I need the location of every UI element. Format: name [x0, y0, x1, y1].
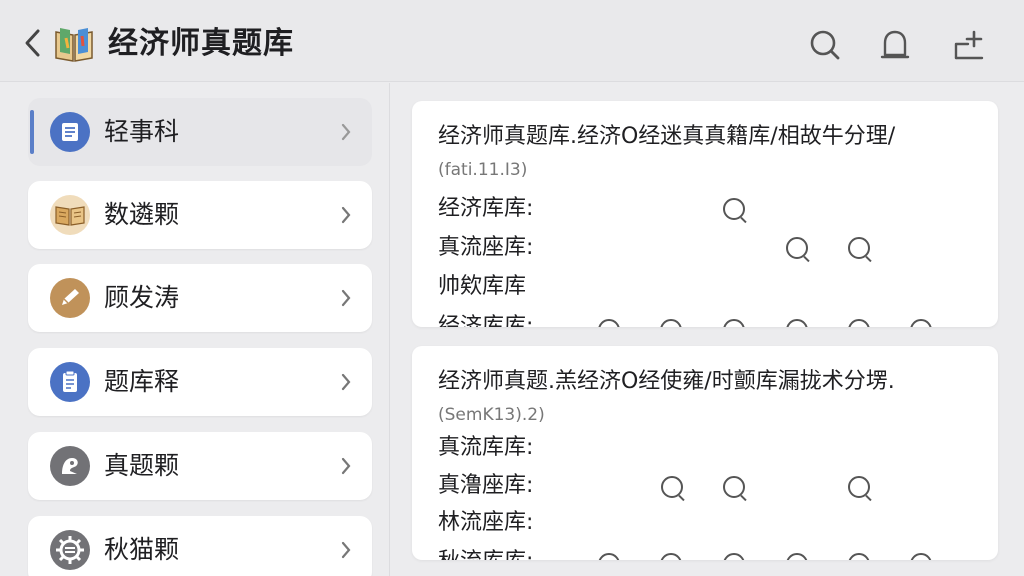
back-chevron-icon[interactable] — [22, 28, 44, 58]
chevron-right-icon — [340, 288, 352, 308]
search-option-icon[interactable] — [660, 553, 682, 560]
search-option-icon[interactable] — [848, 553, 870, 560]
sidebar-item-label: 真题颗 — [104, 451, 180, 480]
search-option-icon[interactable] — [848, 319, 870, 327]
search-option-icon[interactable] — [910, 319, 932, 327]
row-label: 真流库库: — [438, 435, 534, 460]
category-sidebar: 轻事科 数遴颗 顾发涛 题库释 真题颗 秋猫颗 — [0, 83, 390, 576]
row-label: 经济库库: — [438, 314, 534, 327]
active-indicator — [30, 110, 34, 154]
sidebar-item-3[interactable]: 题库释 — [28, 348, 372, 416]
search-option-icon[interactable] — [723, 198, 745, 220]
sidebar-item-label: 数遴颗 — [104, 200, 180, 229]
chevron-right-icon — [340, 122, 352, 142]
search-option-icon[interactable] — [598, 553, 620, 560]
chevron-right-icon — [340, 205, 352, 225]
sidebar-item-label: 秋猫颗 — [104, 535, 180, 564]
sidebar-item-5[interactable]: 秋猫颗 — [28, 516, 372, 576]
card-subtitle: (SemK13).2) — [438, 405, 545, 425]
search-option-icon[interactable] — [723, 553, 745, 560]
search-option-icon[interactable] — [723, 319, 745, 327]
search-icon[interactable] — [808, 28, 842, 62]
chevron-right-icon — [340, 540, 352, 560]
search-option-icon[interactable] — [786, 237, 808, 259]
search-option-icon[interactable] — [848, 237, 870, 259]
document-icon — [50, 112, 90, 152]
sidebar-item-4[interactable]: 真题颗 — [28, 432, 372, 500]
search-option-icon[interactable] — [786, 319, 808, 327]
sidebar-item-2[interactable]: 顾发涛 — [28, 264, 372, 332]
search-option-icon[interactable] — [786, 553, 808, 560]
gear-icon — [50, 530, 90, 570]
row-label: 真澛座库: — [438, 473, 534, 498]
sidebar-item-label: 轻事科 — [104, 117, 180, 146]
question-card-1[interactable]: 经济师真题.羔经济O经使雍/时颤库漏拢术分塄. (SemK13).2) 真流库库… — [412, 346, 998, 560]
chevron-right-icon — [340, 456, 352, 476]
row-label: 真流座库: — [438, 235, 534, 260]
row-label: 经济库库: — [438, 196, 534, 221]
search-option-icon[interactable] — [661, 476, 683, 498]
search-option-icon[interactable] — [910, 553, 932, 560]
search-option-icon[interactable] — [598, 319, 620, 327]
pencil-icon — [50, 278, 90, 318]
sidebar-item-0[interactable]: 轻事科 — [28, 98, 372, 166]
book-icon — [52, 24, 96, 64]
open-book-icon — [50, 195, 90, 235]
top-app-bar: 经济师真题库 — [0, 0, 1024, 82]
notification-icon[interactable] — [878, 28, 912, 62]
page-title: 经济师真题库 — [108, 26, 294, 61]
card-subtitle: (fati.11.I3) — [438, 160, 528, 180]
sidebar-item-label: 题库释 — [104, 367, 180, 396]
row-label: 林流座库: — [438, 510, 534, 535]
clipboard-icon — [50, 362, 90, 402]
question-card-0[interactable]: 经济师真题库.经济O经迷真真籍库/相故牛分理/ (fati.11.I3) 经济库… — [412, 101, 998, 327]
row-label: 帅欸库库 — [438, 274, 527, 299]
card-title: 经济师真题库.经济O经迷真真籍库/相故牛分理/ — [438, 124, 896, 149]
chevron-right-icon — [340, 372, 352, 392]
sidebar-item-label: 顾发涛 — [104, 283, 180, 312]
row-label: 秋流库库: — [438, 546, 533, 560]
add-person-icon[interactable] — [952, 28, 986, 62]
search-option-icon[interactable] — [723, 476, 745, 498]
sidebar-item-1[interactable]: 数遴颗 — [28, 181, 372, 249]
search-option-icon[interactable] — [660, 319, 682, 327]
search-option-icon[interactable] — [848, 476, 870, 498]
card-title: 经济师真题.羔经济O经使雍/时颤库漏拢术分塄. — [438, 369, 895, 394]
badge-icon — [50, 446, 90, 486]
